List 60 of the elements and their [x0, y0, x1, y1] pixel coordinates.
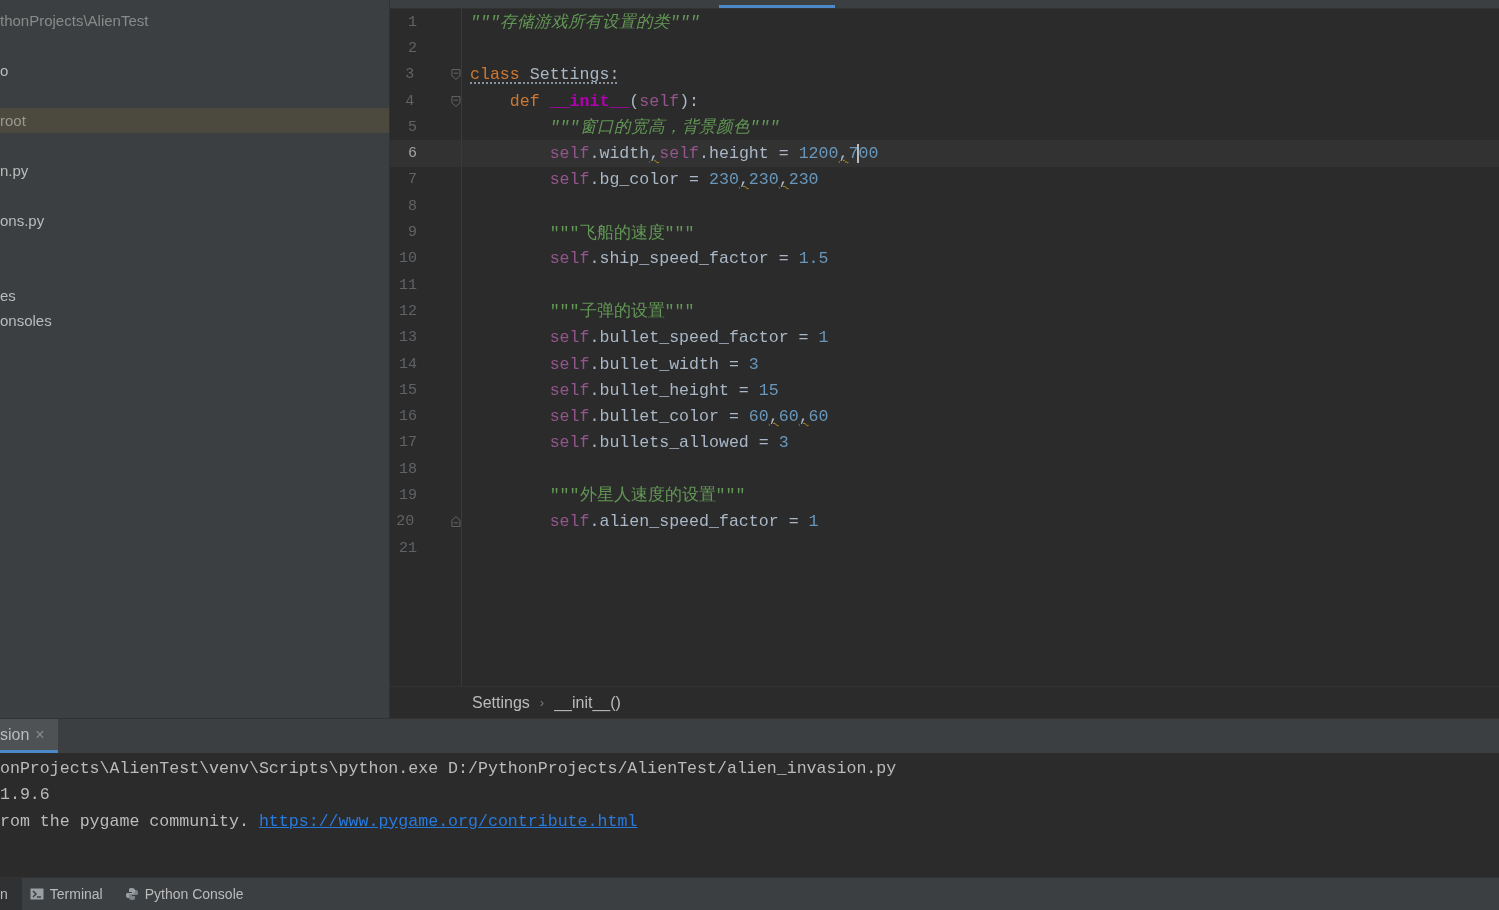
code-line: self.bullet_speed_factor = 1: [548, 328, 829, 348]
terminal-icon: [29, 888, 44, 900]
code-line: """飞船的速度""": [548, 222, 695, 244]
line-number: 8: [407, 197, 417, 215]
code-line: class Settings:: [470, 65, 620, 85]
code-line: """窗口的宽高，背景颜色""": [548, 117, 780, 139]
code-line: self.bullets_allowed = 3: [548, 433, 789, 453]
tree-item[interactable]: o: [0, 58, 389, 83]
breadcrumb-item[interactable]: Settings: [472, 693, 530, 712]
code-line: self.bullet_width = 3: [548, 354, 759, 374]
console-link[interactable]: https://www.pygame.org/contribute.html: [258, 811, 638, 831]
line-number: 19: [398, 487, 417, 504]
line-number: 2: [407, 39, 417, 57]
line-number: 6: [407, 145, 417, 163]
tree-item[interactable]: n.py: [0, 158, 389, 183]
project-path[interactable]: thonProjects\AlienTest: [0, 8, 389, 33]
run-tab-label: sion: [0, 725, 30, 744]
line-number: 11: [398, 276, 417, 294]
line-number: 9: [407, 224, 417, 241]
console-line: 1.9.6: [0, 784, 51, 807]
line-number: 18: [398, 460, 417, 478]
console-line: onProjects\AlienTest\venv\Scripts\python.exe D:/PythonProjects/AlienTest/alien_invasion.py: [0, 758, 898, 780]
breadcrumb-separator: ›: [539, 695, 545, 710]
line-number: 14: [398, 355, 417, 373]
breadcrumb-item[interactable]: __init__(): [554, 693, 621, 712]
fold-end-icon[interactable]: [451, 515, 461, 529]
tree-item[interactable]: root: [0, 108, 389, 133]
fold-icon[interactable]: [451, 68, 461, 82]
code-line: """子弹的设置""": [548, 301, 695, 323]
line-number: 7: [407, 171, 417, 189]
line-number: 16: [398, 408, 417, 426]
code-line: """外星人速度的设置""": [548, 484, 746, 507]
line-number: 4: [404, 92, 415, 110]
code-line: self.ship_speed_factor = 1.5: [548, 249, 829, 269]
line-number: 15: [398, 381, 417, 399]
line-number: 3: [404, 66, 415, 84]
code-line: self.bullet_height = 15: [548, 380, 779, 400]
line-number: 17: [398, 434, 417, 452]
tree-item[interactable]: ons.py: [0, 208, 389, 233]
tree-item[interactable]: es: [0, 283, 389, 308]
code-line: def __init__(self):: [508, 91, 700, 111]
line-number: 12: [398, 302, 417, 320]
fold-icon[interactable]: [451, 94, 461, 108]
line-number: 20: [395, 513, 415, 531]
tool-window-button[interactable]: Terminal: [21, 878, 117, 910]
code-line: """存储游戏所有设置的类""": [470, 12, 700, 34]
tool-window-button[interactable]: Python Console: [116, 878, 258, 910]
code-line: self.bg_color = 230,230,230: [548, 170, 819, 190]
run-tab[interactable]: sion ×: [0, 719, 58, 753]
code-line: self.bullet_color = 60,60,60: [548, 407, 829, 427]
line-number: 5: [407, 118, 417, 136]
code-line: self.alien_speed_factor = 1: [548, 512, 819, 532]
python-icon: [124, 887, 139, 901]
line-number: 13: [398, 329, 417, 347]
line-number: 21: [398, 539, 417, 557]
console-line: rom the pygame community.: [0, 811, 250, 831]
tree-item[interactable]: onsoles: [0, 308, 389, 333]
line-number: 1: [407, 13, 417, 31]
tool-window-button[interactable]: n: [0, 878, 22, 910]
line-number: 10: [398, 250, 417, 268]
